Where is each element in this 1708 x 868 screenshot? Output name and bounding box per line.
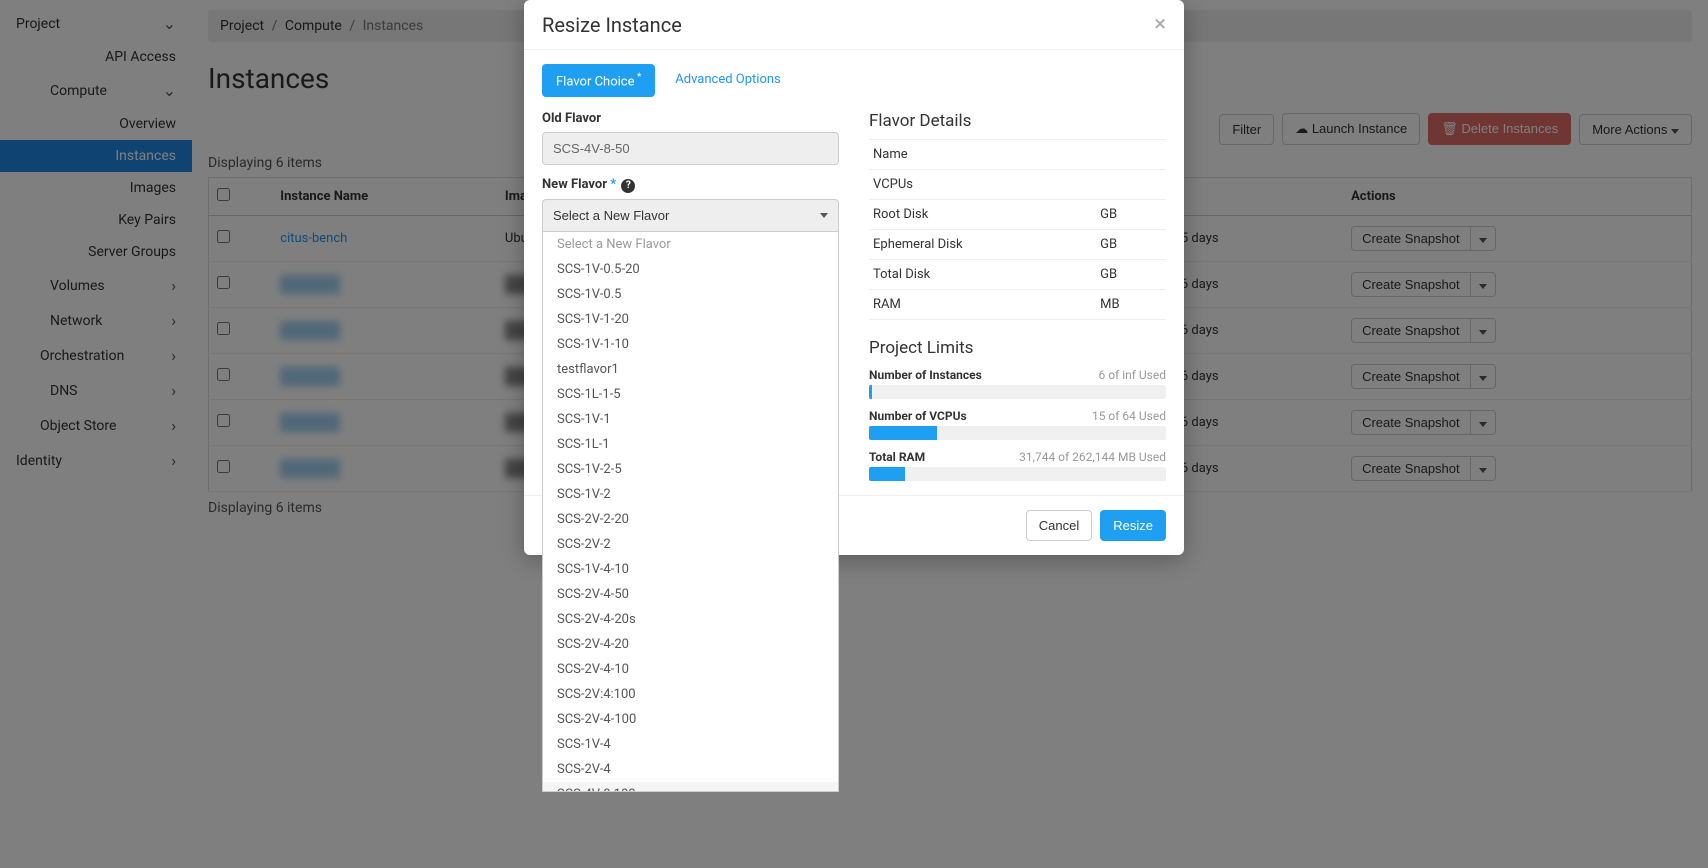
flavor-option[interactable]: Select a New Flavor [543,232,838,257]
flavor-option[interactable]: SCS-1V-2-5 [543,457,838,482]
flavor-details-title: Flavor Details [869,111,1166,131]
progress-bar [869,467,1166,481]
new-flavor-select[interactable]: Select a New Flavor [542,199,839,232]
old-flavor-field [542,132,839,165]
flavor-option[interactable]: SCS-1V-1-20 [543,307,838,332]
help-icon[interactable]: ? [621,179,635,193]
resize-instance-modal: Resize Instance × Flavor Choice * Advanc… [524,0,1184,555]
old-flavor-label: Old Flavor [542,111,839,126]
modal-title: Resize Instance [542,13,682,37]
flavor-option[interactable]: SCS-1V-4-10 [543,557,838,582]
flavor-option[interactable]: SCS-2V:4:100 [543,682,838,707]
close-icon[interactable]: × [1154,12,1166,37]
flavor-option[interactable]: SCS-1L-1-5 [543,382,838,407]
flavor-option[interactable]: SCS-2V-2-20 [543,507,838,532]
project-limits-title: Project Limits [869,338,1166,358]
flavor-option[interactable]: SCS-2V-4-50 [543,582,838,607]
tab-flavor-choice[interactable]: Flavor Choice * [542,64,655,97]
flavor-option[interactable]: SCS-2V-4-100 [543,707,838,732]
tab-advanced-options[interactable]: Advanced Options [661,64,794,97]
flavor-option[interactable]: SCS-1V-1 [543,407,838,432]
progress-bar [869,426,1166,440]
flavor-option[interactable]: SCS-1V-1-10 [543,332,838,357]
flavor-option[interactable]: SCS-2V-4-10 [543,657,838,682]
flavor-option[interactable]: SCS-1L-1 [543,432,838,457]
flavor-option[interactable]: SCS-2V-4-20s [543,607,838,632]
cancel-button[interactable]: Cancel [1026,510,1092,541]
flavor-option[interactable]: SCS-1V-0.5 [543,282,838,307]
flavor-option[interactable]: SCS-1V-2 [543,482,838,507]
caret-down-icon [820,213,828,218]
flavor-details-table: NameVCPUsRoot DiskGBEphemeral DiskGBTota… [869,139,1166,320]
resize-button[interactable]: Resize [1100,510,1166,541]
new-flavor-label: New Flavor * ? [542,177,839,193]
flavor-option[interactable]: testflavor1 [543,357,838,382]
flavor-option[interactable]: SCS-2V-2 [543,532,838,557]
flavor-dropdown[interactable]: Select a New FlavorSCS-1V-0.5-20SCS-1V-0… [542,232,839,792]
flavor-option[interactable]: SCS-2V-4 [543,757,838,782]
flavor-option[interactable]: SCS-4V:8:100 [543,782,838,792]
flavor-option[interactable]: SCS-1V-0.5-20 [543,257,838,282]
progress-bar [869,385,1166,399]
flavor-option[interactable]: SCS-2V-4-20 [543,632,838,657]
flavor-option[interactable]: SCS-1V-4 [543,732,838,757]
